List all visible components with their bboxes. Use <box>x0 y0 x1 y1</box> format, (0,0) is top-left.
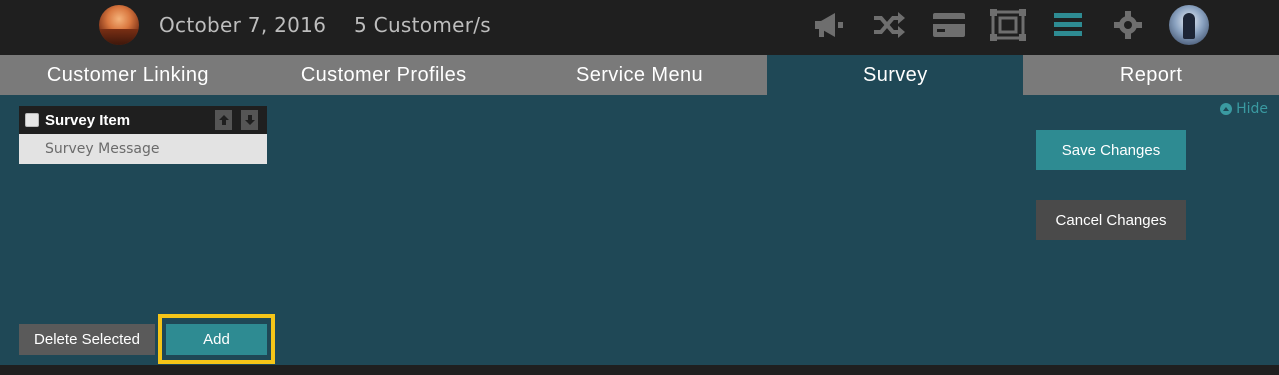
list-item[interactable]: Survey Message <box>19 134 267 164</box>
credit-card-icon[interactable] <box>931 9 967 41</box>
avatar[interactable] <box>1169 5 1209 45</box>
tab-bar: Customer Linking Customer Profiles Servi… <box>0 55 1279 95</box>
top-bar: October 7, 2016 5 Customer/s <box>0 0 1279 55</box>
move-down-icon[interactable] <box>241 110 258 130</box>
move-up-icon[interactable] <box>215 110 232 130</box>
tab-service-menu[interactable]: Service Menu <box>512 55 768 95</box>
logo <box>99 5 139 45</box>
tab-survey[interactable]: Survey <box>767 55 1024 95</box>
select-all-checkbox[interactable] <box>25 113 39 127</box>
survey-panel: Hide Survey Item Survey Message Save Cha… <box>0 95 1279 365</box>
save-changes-button[interactable]: Save Changes <box>1036 130 1186 170</box>
add-button[interactable]: Add <box>166 324 267 355</box>
resize-icon[interactable] <box>990 9 1026 41</box>
list-header: Survey Item <box>19 106 267 134</box>
bottom-bar <box>0 365 1279 375</box>
shuffle-icon[interactable] <box>871 9 907 41</box>
customer-count: 5 Customer/s <box>354 13 491 37</box>
gear-icon[interactable] <box>1110 9 1146 41</box>
cancel-changes-button[interactable]: Cancel Changes <box>1036 200 1186 240</box>
delete-selected-button[interactable]: Delete Selected <box>19 324 155 355</box>
chevron-up-icon <box>1220 103 1233 115</box>
date-label: October 7, 2016 <box>159 13 327 37</box>
list-title: Survey Item <box>45 111 131 129</box>
menu-icon[interactable] <box>1050 9 1086 41</box>
hide-label: Hide <box>1236 101 1268 117</box>
tab-report[interactable]: Report <box>1023 55 1279 95</box>
tab-customer-linking[interactable]: Customer Linking <box>0 55 256 95</box>
megaphone-icon[interactable] <box>811 9 847 41</box>
hide-toggle[interactable]: Hide <box>1220 101 1268 117</box>
tab-customer-profiles[interactable]: Customer Profiles <box>256 55 512 95</box>
survey-item-list: Survey Item Survey Message <box>19 106 267 164</box>
